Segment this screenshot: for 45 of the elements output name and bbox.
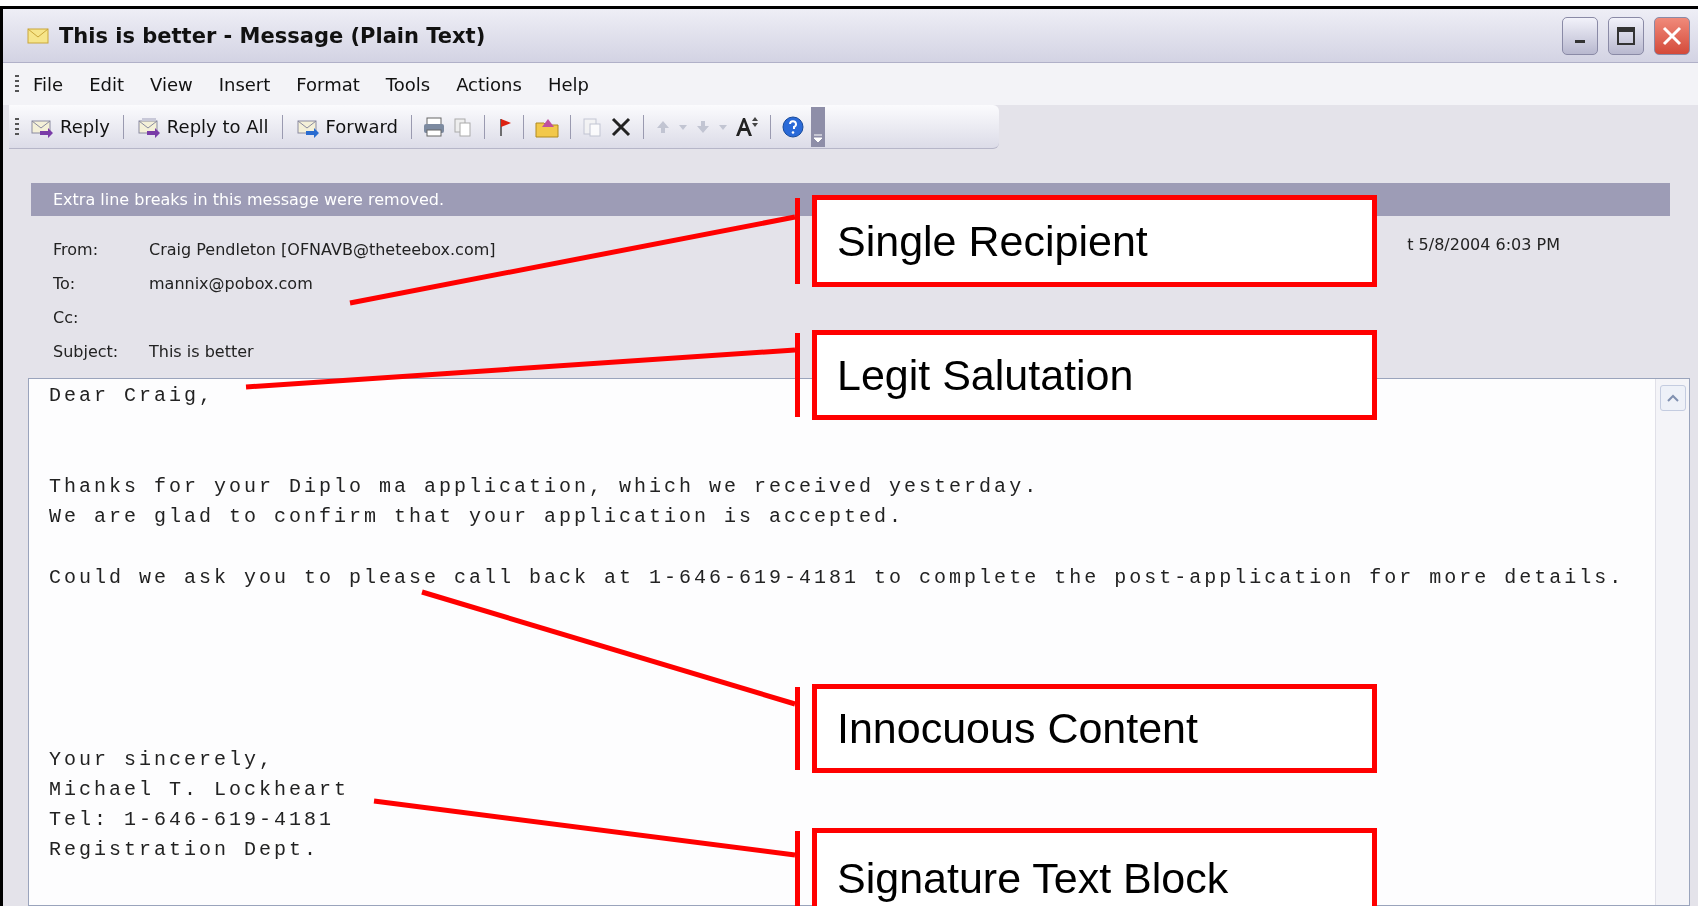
window-title: This is better - Message (Plain Text) [59,23,487,48]
message-line: Dear Craig, [49,383,215,409]
menu-item[interactable]: File [33,69,64,99]
menu-item[interactable]: View [150,69,193,99]
callout-label: Signature Text Block [812,828,1377,906]
help-icon[interactable] [780,114,805,139]
close-icon [1661,24,1683,47]
field-label: From: [53,239,100,259]
reply-button[interactable]: Reply [27,112,113,141]
field-label: Subject: [53,341,120,361]
message-line: Could we ask you to please call back at 1-646-619-4181 to complete the post-application for more details. [49,564,1625,591]
sent-date: t 5/8/2004 6:03 PM [1407,235,1560,254]
menu-item[interactable]: Insert [218,69,271,99]
minimize-button[interactable] [1562,16,1598,55]
menu-item[interactable]: Tools [385,69,431,99]
reply-all-button[interactable]: Reply to All [133,112,272,141]
field-label: To: [53,273,77,293]
maximize-button[interactable] [1608,16,1644,55]
message-line: Thanks for your Diplo ma application, which we received yesterday. [49,473,1040,500]
menu-item[interactable]: Edit [89,69,124,99]
menu-item[interactable]: Format [296,69,360,99]
message-line: Michael T. Lockheart [49,776,350,803]
printer-icon[interactable] [421,115,446,138]
callout-label: Single Recipient [812,195,1377,287]
field-value: mannix@pobox.com [149,273,313,293]
message-line: Tel: 1-646-619-4181 [49,807,335,834]
scroll-up-button[interactable] [1659,385,1686,411]
maximize-icon [1616,25,1636,46]
toolbar-grip[interactable] [15,117,19,136]
callout-label: Legit Salutation [812,330,1377,420]
message-line: We are glad to confirm that your application is accepted. [49,504,905,531]
minimize-icon [1575,40,1585,43]
message-line: Your sincerely, [49,746,275,773]
envelope-icon [27,27,49,44]
menu-item[interactable]: Help [547,69,589,99]
menu-item[interactable]: Actions [456,69,522,99]
field-label: Cc: [53,307,80,327]
callout-label: Innocuous Content [812,684,1377,773]
forward-button[interactable]: Forward [292,112,401,141]
field-value: Craig Pendleton [OFNAVB@theteebox.com] [149,239,496,259]
field-value: This is better [149,341,254,361]
close-button[interactable] [1654,16,1690,55]
toolbar-grip[interactable] [15,75,19,93]
overflow-icon[interactable] [810,106,825,147]
message-line: Registration Dept. [49,837,320,864]
